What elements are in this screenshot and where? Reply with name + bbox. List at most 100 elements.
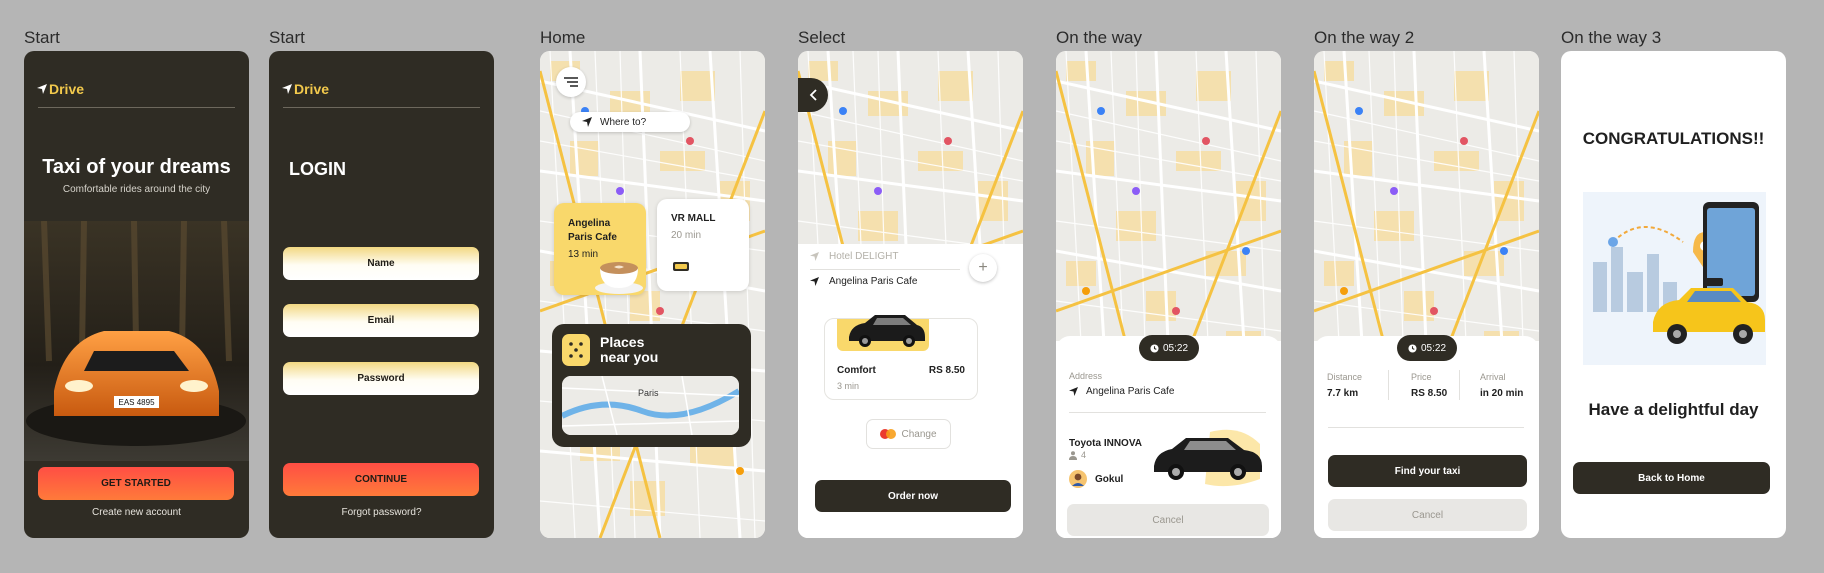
menu-button[interactable] [556, 67, 586, 97]
driver-info: Gokul [1069, 470, 1123, 488]
divider [283, 107, 480, 108]
card-brand-icon [880, 429, 897, 439]
place-time: 20 min [671, 230, 702, 241]
coffee-cup-icon [595, 262, 643, 294]
stat-value: RS 8.50 [1411, 388, 1448, 399]
place-name-line: Paris Cafe [568, 231, 617, 243]
order-now-button[interactable]: Order now [815, 480, 1011, 512]
stat-label: Price [1411, 372, 1432, 382]
select-panel: Hotel DELIGHT Angelina Paris Cafe + Comf… [798, 244, 1023, 538]
eta-pill: 05:22 [1397, 335, 1457, 361]
car-name: Toyota INNOVA [1069, 433, 1142, 451]
login-title: LOGIN [289, 159, 346, 179]
stat-arrival: Arrival in 20 min [1480, 372, 1523, 399]
create-account-link[interactable]: Create new account [24, 507, 249, 518]
stat-distance: Distance 7.7 km [1327, 372, 1362, 399]
car-image [1154, 429, 1262, 487]
screen-label: On the way [1056, 28, 1142, 47]
taxi-icon [673, 262, 689, 271]
navigation-arrow-icon [282, 84, 292, 94]
places-title-line: near you [600, 349, 659, 366]
mini-map[interactable]: Paris [562, 376, 739, 435]
screen-label: On the way 2 [1314, 28, 1415, 47]
navigation-arrow-icon [1069, 387, 1078, 396]
search-input[interactable]: Where to? [570, 112, 690, 132]
car-image [849, 315, 925, 347]
address-value: Angelina Paris Cafe [1086, 386, 1175, 397]
place-card-vr-mall[interactable]: VR MALL 20 min [657, 199, 749, 291]
start-screen: Drive Taxi of your dreams Comfortable ri… [24, 51, 249, 538]
places-near-you-panel[interactable]: Places near you Paris [552, 324, 751, 447]
car-name-text: Toyota INNOVA [1069, 438, 1142, 449]
congratulations-title: CONGRATULATIONS!! [1582, 129, 1765, 148]
origin-row[interactable]: Hotel DELIGHT [810, 251, 898, 262]
menu-icon [564, 77, 578, 87]
mini-map-label: Paris [638, 388, 659, 398]
seats-count: 4 [1081, 450, 1087, 460]
stat-label: Distance [1327, 372, 1363, 382]
plus-icon: + [978, 259, 988, 276]
email-field[interactable]: Email [283, 304, 479, 337]
map[interactable] [1056, 51, 1281, 341]
place-name-line: Angelina [568, 218, 611, 229]
license-plate: EAS 4895 [118, 398, 155, 407]
on-the-way-2-screen: Distance 7.7 km Price RS 8.50 Arrival in… [1314, 51, 1539, 538]
cancel-button[interactable]: Cancel [1067, 504, 1269, 536]
eta-pill: 05:22 [1139, 335, 1199, 361]
find-taxi-button[interactable]: Find your taxi [1328, 455, 1527, 487]
search-placeholder: Where to? [600, 116, 647, 128]
screen-label: Select [798, 28, 846, 47]
stat-value: in 20 min [1480, 388, 1524, 399]
back-to-home-button[interactable]: Back to Home [1573, 462, 1770, 494]
stat-value: 7.7 km [1327, 388, 1359, 399]
brand-logo: Drive [282, 81, 329, 97]
change-label: Change [901, 428, 937, 440]
place-card-angelina[interactable]: Angelina Paris Cafe 13 min [554, 203, 646, 295]
brand-name: Drive [294, 81, 330, 97]
get-started-button[interactable]: GET STARTED [38, 467, 234, 500]
screen-label: On the way 3 [1561, 28, 1662, 47]
navigation-arrow-icon [582, 117, 592, 127]
add-stop-button[interactable]: + [969, 254, 997, 282]
ride-sheet: Address Angelina Paris Cafe Toyota INNOV… [1056, 336, 1281, 538]
forgot-password-link[interactable]: Forgot password? [269, 507, 494, 518]
screen-label: Start [24, 28, 60, 47]
places-title-line: Places [600, 334, 645, 350]
navigation-arrow-icon [810, 252, 819, 261]
cancel-button[interactable]: Cancel [1328, 499, 1527, 531]
place-name: Angelina Paris Cafe [568, 217, 617, 244]
divider [1069, 412, 1266, 413]
places-title: Places near you [600, 334, 659, 366]
clock-icon [1150, 343, 1159, 353]
navigation-arrow-icon [810, 277, 819, 286]
eta-time: 05:22 [1162, 342, 1189, 354]
message-text: Have a delightful day [1588, 400, 1759, 419]
brand-name: Drive [49, 81, 85, 97]
divider [1328, 427, 1524, 428]
password-field[interactable]: Password [283, 362, 479, 395]
car-time: 3 min [837, 381, 860, 391]
screen-label: Start [269, 28, 305, 47]
place-name: VR MALL [671, 213, 716, 224]
taxi-illustration [1583, 192, 1766, 365]
dice-icon [562, 334, 590, 366]
change-payment-button[interactable]: Change [866, 419, 951, 449]
person-icon [1069, 450, 1077, 460]
map[interactable] [1314, 51, 1539, 341]
stat-price: Price RS 8.50 [1411, 372, 1447, 399]
car-option-comfort[interactable]: Comfort RS 8.50 3 min [824, 315, 978, 400]
hero-subtitle: Comfortable rides around the city [62, 184, 211, 195]
car-price: RS 8.50 [928, 365, 965, 376]
car-name: Comfort [837, 365, 876, 376]
name-field[interactable]: Name [283, 247, 479, 280]
congratulations-screen: CONGRATULATIONS!! Have a delightful day … [1561, 51, 1786, 538]
navigation-arrow-icon [37, 84, 47, 94]
map[interactable] [798, 51, 1023, 246]
stat-label: Arrival [1480, 372, 1506, 382]
clock-icon [1408, 343, 1417, 353]
continue-button[interactable]: CONTINUE [283, 463, 479, 496]
hero-car-image: EAS 4895 [24, 221, 249, 461]
eta-time: 05:22 [1420, 342, 1447, 354]
destination-row[interactable]: Angelina Paris Cafe [810, 276, 917, 287]
home-screen: Where to? Angelina Paris Cafe 13 min VR … [540, 51, 765, 538]
